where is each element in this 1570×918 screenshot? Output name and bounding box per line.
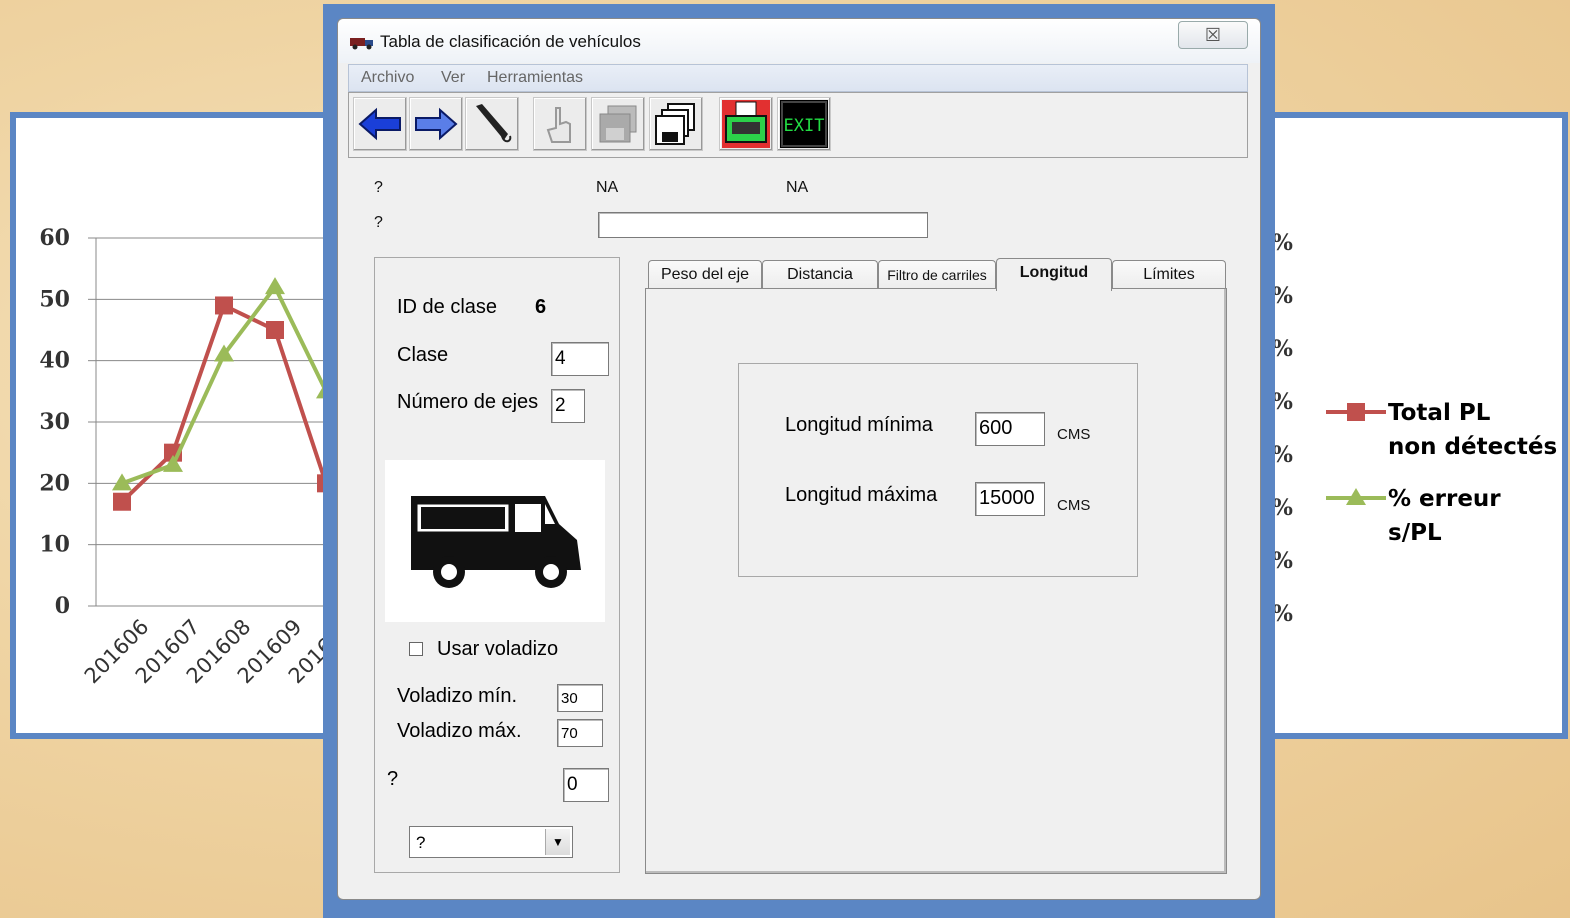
- background-chart-panel: 60 50 40 30 20 10 0 201606 201607 201608 201609 201…: [10, 112, 350, 739]
- use-overhang-checkbox[interactable]: [409, 642, 423, 656]
- right-axis-tick: %: [1272, 389, 1293, 415]
- y-tick-label: 60: [39, 225, 70, 251]
- menu-bar: Archivo Ver Herramientas: [348, 64, 1248, 92]
- tab-filtro-de-carriles[interactable]: Filtro de carriles: [878, 260, 996, 290]
- clase-label: Clase: [397, 344, 449, 366]
- min-length-input[interactable]: 600: [975, 412, 1045, 446]
- close-icon: ☒: [1204, 25, 1222, 45]
- series-marker-square: [113, 492, 131, 511]
- y-tick-label: 20: [39, 470, 70, 496]
- use-overhang-label: Usar voladizo: [437, 638, 559, 660]
- axles-input[interactable]: 2: [551, 389, 585, 423]
- max-length-input[interactable]: 15000: [975, 482, 1045, 516]
- right-axis-tick: %: [1272, 548, 1293, 574]
- legend-label-line1: % erreur: [1388, 486, 1501, 512]
- legend-label-line1: Total PL: [1388, 400, 1491, 426]
- menu-archivo[interactable]: Archivo: [361, 69, 414, 87]
- menu-ver[interactable]: Ver: [441, 69, 465, 87]
- series-marker-square: [266, 321, 284, 339]
- max-length-unit: CMS: [1057, 497, 1091, 514]
- arrow-left-icon: [358, 107, 401, 141]
- chart-legend: %%%%%%%% Total PL non détectés % erreur s/PL: [1272, 230, 1557, 627]
- series-marker-triangle: [265, 277, 285, 295]
- floppy-stack-icon: [655, 103, 695, 145]
- unknown-input[interactable]: 0: [563, 768, 609, 802]
- disk-stack-icon: [599, 105, 637, 143]
- y-tick-label: 40: [39, 348, 70, 374]
- tab-longitud[interactable]: Longitud: [996, 258, 1112, 291]
- unknown-label: ?: [387, 768, 399, 790]
- toolbar: EXIT: [348, 92, 1248, 158]
- forward-button[interactable]: [409, 97, 463, 151]
- overhang-max-label: Voladizo máx.: [397, 720, 522, 742]
- y-tick-label: 30: [39, 409, 70, 435]
- min-length-label: Longitud mínima: [785, 414, 933, 436]
- right-axis-tick: %: [1272, 601, 1293, 627]
- header-row1-value1: NA: [596, 179, 619, 196]
- y-tick-label: 10: [39, 532, 70, 558]
- class-id-value: 6: [535, 296, 547, 318]
- pen-icon: [476, 104, 512, 143]
- pen-button[interactable]: [465, 97, 519, 151]
- y-tick-label: 0: [55, 593, 70, 619]
- hand-icon: [546, 107, 571, 143]
- van-icon: [411, 496, 581, 588]
- header-row1-value2: NA: [786, 179, 809, 196]
- class-details-group: ID de clase 6 Clase 4 Número de ejes 2 U…: [374, 257, 620, 873]
- fax-icon: [722, 100, 770, 148]
- title-bar[interactable]: Tabla de clasificación de vehículos ☒: [338, 19, 1260, 63]
- vehicle-image: [385, 460, 605, 622]
- header-text-input[interactable]: [598, 212, 928, 238]
- disk-stack-button[interactable]: [591, 97, 645, 151]
- exit-button[interactable]: EXIT: [777, 97, 831, 151]
- header-row2-label: ?: [374, 214, 383, 231]
- right-axis-tick: %: [1272, 442, 1293, 468]
- save-button[interactable]: [649, 97, 703, 151]
- fax-button[interactable]: [719, 97, 773, 151]
- clase-input[interactable]: 4: [551, 342, 609, 376]
- exit-icon: EXIT: [780, 100, 828, 148]
- y-tick-label: 50: [39, 286, 70, 312]
- header-row1-label: ?: [374, 179, 383, 196]
- right-axis-tick: %: [1272, 495, 1293, 521]
- chevron-down-icon[interactable]: ▼: [545, 829, 570, 855]
- truck-icon: [350, 38, 373, 50]
- classification-window: Tabla de clasificación de vehículos ☒ Ar…: [337, 18, 1261, 900]
- legend-label-line2: s/PL: [1388, 520, 1442, 546]
- line-chart: 6050403020100201606201607201608201609201…: [39, 225, 344, 688]
- right-axis-tick: %: [1272, 283, 1293, 309]
- overhang-min-input[interactable]: 30: [557, 684, 603, 712]
- close-button[interactable]: ☒: [1178, 21, 1248, 49]
- min-length-unit: CMS: [1057, 426, 1091, 443]
- legend-marker-square: [1347, 403, 1365, 421]
- tab-peso-del-eje[interactable]: Peso del eje: [648, 260, 762, 290]
- right-axis-tick: %: [1272, 230, 1293, 256]
- legend-label-line2: non détectés: [1388, 434, 1557, 460]
- background-legend-panel: %%%%%%%% Total PL non détectés % erreur s/PL: [1262, 112, 1568, 739]
- series-marker-square: [215, 296, 233, 315]
- hand-button[interactable]: [533, 97, 587, 151]
- class-id-label: ID de clase: [397, 296, 498, 318]
- axles-label: Número de ejes: [397, 391, 539, 413]
- tab-limites[interactable]: Límites: [1112, 260, 1226, 290]
- back-button[interactable]: [353, 97, 407, 151]
- dropdown-value: ?: [416, 833, 426, 852]
- overhang-max-input[interactable]: 70: [557, 719, 603, 747]
- menu-herramientas[interactable]: Herramientas: [487, 69, 583, 87]
- arrow-right-icon: [415, 107, 458, 141]
- right-axis-tick: %: [1272, 336, 1293, 362]
- tab-distancia[interactable]: Distancia: [762, 260, 878, 290]
- length-settings-group: Longitud mínima 600 CMS Longitud máxima …: [738, 363, 1138, 577]
- window-title: Tabla de clasificación de vehículos: [380, 32, 641, 51]
- exit-label: EXIT: [784, 116, 825, 136]
- class-dropdown[interactable]: ? ▼: [409, 826, 573, 858]
- max-length-label: Longitud máxima: [785, 484, 938, 506]
- overhang-min-label: Voladizo mín.: [397, 685, 518, 707]
